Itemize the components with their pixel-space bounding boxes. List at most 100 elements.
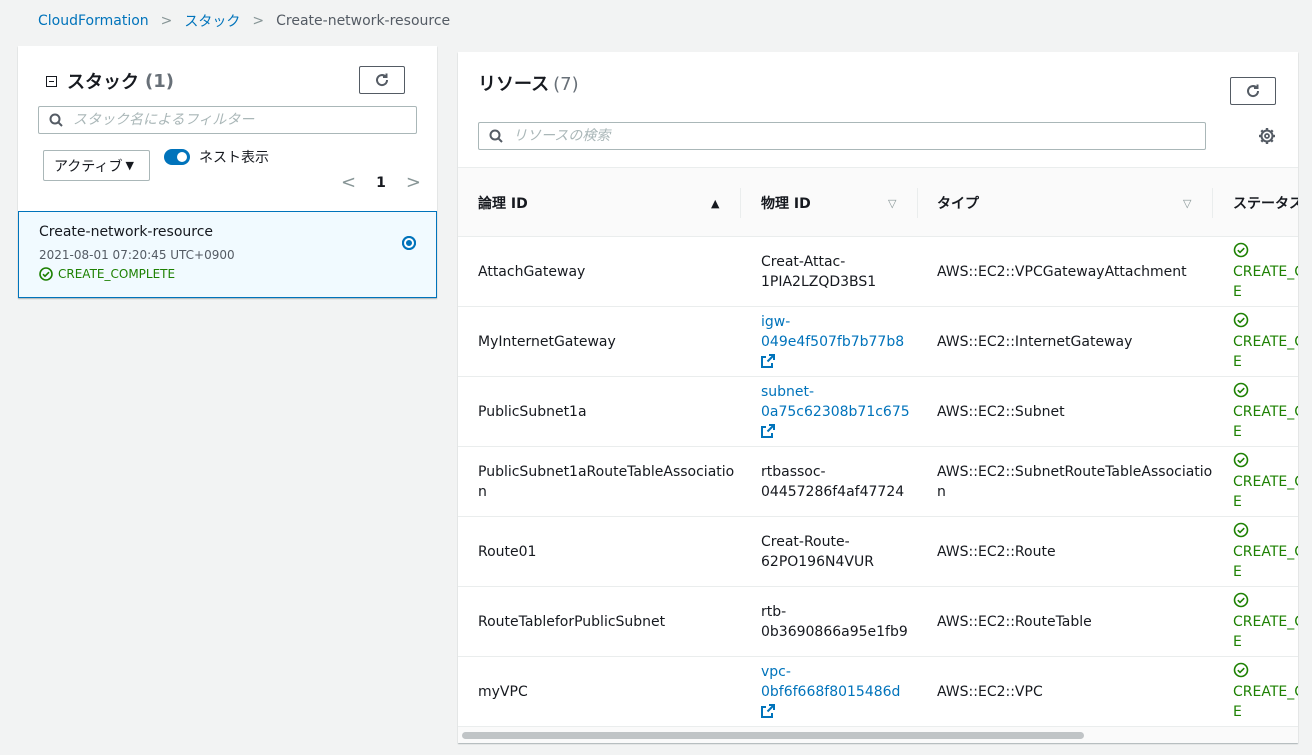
physical-id-cell-line[interactable]: 0bf6f668f8015486d — [761, 682, 911, 702]
column-logical-id-label: 論理 ID — [478, 196, 528, 212]
stacks-count: (1) — [145, 70, 174, 92]
type-cell-line: AWS::EC2::Subnet — [937, 404, 1065, 420]
type-cell: AWS::EC2::InternetGateway — [937, 332, 1192, 352]
type-cell: AWS::EC2::Route — [937, 542, 1192, 562]
type-cell-line: AWS::EC2::Route — [937, 544, 1056, 560]
type-cell-line: AWS::EC2::SubnetRouteTableAssociatio — [937, 464, 1213, 480]
physical-id-cell-line[interactable]: subnet- — [761, 382, 911, 402]
nested-view-toggle[interactable]: ネスト表示 — [164, 147, 269, 167]
toggle-switch[interactable] — [164, 149, 190, 165]
physical-id-cell-line[interactable]: 049e4f507fb7b77b8 — [761, 332, 911, 352]
stack-status-text: CREATE_COMPLETE — [58, 267, 176, 281]
physical-id-cell[interactable]: subnet- 0a75c62308b71c675 — [761, 382, 911, 444]
stack-item[interactable]: Create-network-resource 2021-08-01 07:20… — [18, 211, 437, 298]
stack-radio-button[interactable] — [402, 236, 416, 250]
status-cell-line: E — [1233, 634, 1242, 650]
logical-id-cell-line: PublicSubnet1a — [478, 404, 587, 420]
status-cell: CREATE_C E — [1233, 522, 1298, 582]
table-row[interactable]: MyInternetGateway igw- 049e4f507fb7b77b8 AW… — [458, 307, 1298, 377]
column-status-label: ステータス — [1233, 196, 1298, 212]
logical-id-cell: MyInternetGateway — [478, 332, 718, 352]
resource-search-input[interactable] — [511, 127, 1124, 145]
table-row[interactable]: RouteTableforPublicSubnet rtb- 0b3690866a9… — [458, 587, 1298, 657]
physical-id-cell-line: Creat-Route- — [761, 534, 850, 550]
type-cell: AWS::EC2::Subnet — [937, 402, 1192, 422]
external-link-icon[interactable] — [761, 704, 911, 724]
sort-icon[interactable]: ▽ — [1183, 197, 1191, 210]
type-cell-line: AWS::EC2::VPCGatewayAttachment — [937, 264, 1187, 280]
physical-id-cell-line: 1PIA2LZQD3BS1 — [761, 274, 877, 290]
sort-ascending-icon[interactable]: ▲ — [711, 197, 719, 210]
breadcrumb-cloudformation[interactable]: CloudFormation — [38, 13, 149, 29]
column-physical-id-label: 物理 ID — [761, 196, 811, 212]
stacks-panel-title: スタック (1) — [46, 68, 174, 94]
check-circle-icon — [1233, 662, 1298, 682]
stack-status: CREATE_COMPLETE — [39, 267, 175, 281]
resources-count: (7) — [553, 74, 579, 95]
column-type[interactable]: タイプ ▽ — [937, 168, 1213, 238]
search-icon — [489, 129, 503, 143]
column-divider — [1212, 188, 1213, 218]
logical-id-cell: RouteTableforPublicSubnet — [478, 612, 718, 632]
column-divider — [917, 188, 918, 218]
resources-refresh-button[interactable] — [1230, 77, 1276, 105]
column-type-label: タイプ — [937, 196, 979, 212]
status-cell-line: E — [1233, 704, 1242, 720]
physical-id-cell: Creat-Attac- 1PIA2LZQD3BS1 — [761, 252, 911, 292]
status-filter-select[interactable]: アクティブ ▼ — [43, 150, 150, 181]
status-cell-line: CREATE_C — [1233, 334, 1298, 350]
breadcrumb-stacks[interactable]: スタック — [184, 11, 240, 31]
physical-id-cell-line[interactable]: vpc- — [761, 662, 911, 682]
status-cell-line: E — [1233, 494, 1242, 510]
check-circle-icon — [1233, 592, 1298, 612]
physical-id-cell[interactable]: vpc- 0bf6f668f8015486d — [761, 662, 911, 724]
physical-id-cell-line[interactable]: 0a75c62308b71c675 — [761, 402, 911, 422]
table-row[interactable]: PublicSubnet1a subnet- 0a75c62308b71c675 AW… — [458, 377, 1298, 447]
table-row[interactable]: myVPC vpc- 0bf6f668f8015486d AWS::EC2::VPC C… — [458, 657, 1298, 727]
gear-icon[interactable] — [1258, 127, 1276, 145]
external-link-icon[interactable] — [761, 424, 911, 444]
check-circle-icon — [1233, 382, 1298, 402]
page-number[interactable]: 1 — [376, 175, 386, 191]
resource-search-field — [478, 122, 1206, 150]
chevron-left-icon[interactable]: < — [341, 172, 356, 193]
physical-id-cell-line: 04457286f4af47724 — [761, 484, 905, 500]
resources-panel: リソース(7) 論理 ID ▲ 物理 ID ▽ タイプ ▽ ステータス — [458, 52, 1298, 743]
table-row[interactable]: Route01 Creat-Route- 62PO196N4VUR AWS::EC2:… — [458, 517, 1298, 587]
external-link-icon[interactable] — [761, 354, 911, 374]
stacks-title-text: スタック — [67, 72, 139, 93]
horizontal-scrollbar[interactable] — [458, 727, 1298, 743]
table-row[interactable]: AttachGateway Creat-Attac- 1PIA2LZQD3BS1 AW… — [458, 237, 1298, 307]
stacks-refresh-button[interactable] — [359, 66, 405, 94]
column-status[interactable]: ステータス — [1233, 168, 1298, 238]
check-circle-icon — [1233, 452, 1298, 472]
table-row[interactable]: PublicSubnet1aRouteTableAssociatio n rtbas… — [458, 447, 1298, 517]
physical-id-cell-line: 0b3690866a95e1fb9 — [761, 624, 908, 640]
type-cell-line: AWS::EC2::InternetGateway — [937, 334, 1133, 350]
column-logical-id[interactable]: 論理 ID ▲ — [478, 168, 741, 238]
chevron-right-icon: > — [252, 13, 265, 29]
chevron-right-icon[interactable]: > — [406, 172, 421, 193]
sort-icon[interactable]: ▽ — [888, 197, 896, 210]
type-cell: AWS::EC2::VPCGatewayAttachment — [937, 262, 1192, 282]
column-physical-id[interactable]: 物理 ID ▽ — [761, 168, 918, 238]
caret-down-icon: ▼ — [125, 159, 134, 172]
physical-id-cell-line: rtbassoc- — [761, 464, 826, 480]
logical-id-cell-line: n — [478, 484, 487, 500]
type-cell: AWS::EC2::VPC — [937, 682, 1192, 702]
physical-id-cell-line: rtb- — [761, 604, 787, 620]
table-header: 論理 ID ▲ 物理 ID ▽ タイプ ▽ ステータス — [458, 167, 1298, 237]
type-cell-line: AWS::EC2::VPC — [937, 684, 1043, 700]
physical-id-cell[interactable]: igw- 049e4f507fb7b77b8 — [761, 312, 911, 374]
stack-filter-input[interactable] — [71, 111, 387, 129]
check-circle-icon — [1233, 522, 1298, 542]
status-cell: CREATE_C E — [1233, 452, 1298, 512]
resources-panel-title: リソース (7) — [478, 70, 579, 96]
status-cell-line: CREATE_C — [1233, 614, 1298, 630]
collapse-icon[interactable] — [46, 75, 57, 87]
pagination: < 1 > — [341, 172, 421, 193]
scrollbar-thumb[interactable] — [462, 732, 1084, 739]
physical-id-cell-line[interactable]: igw- — [761, 312, 911, 332]
status-filter-value: アクティブ — [54, 158, 123, 175]
status-cell: CREATE_C E — [1233, 662, 1298, 722]
